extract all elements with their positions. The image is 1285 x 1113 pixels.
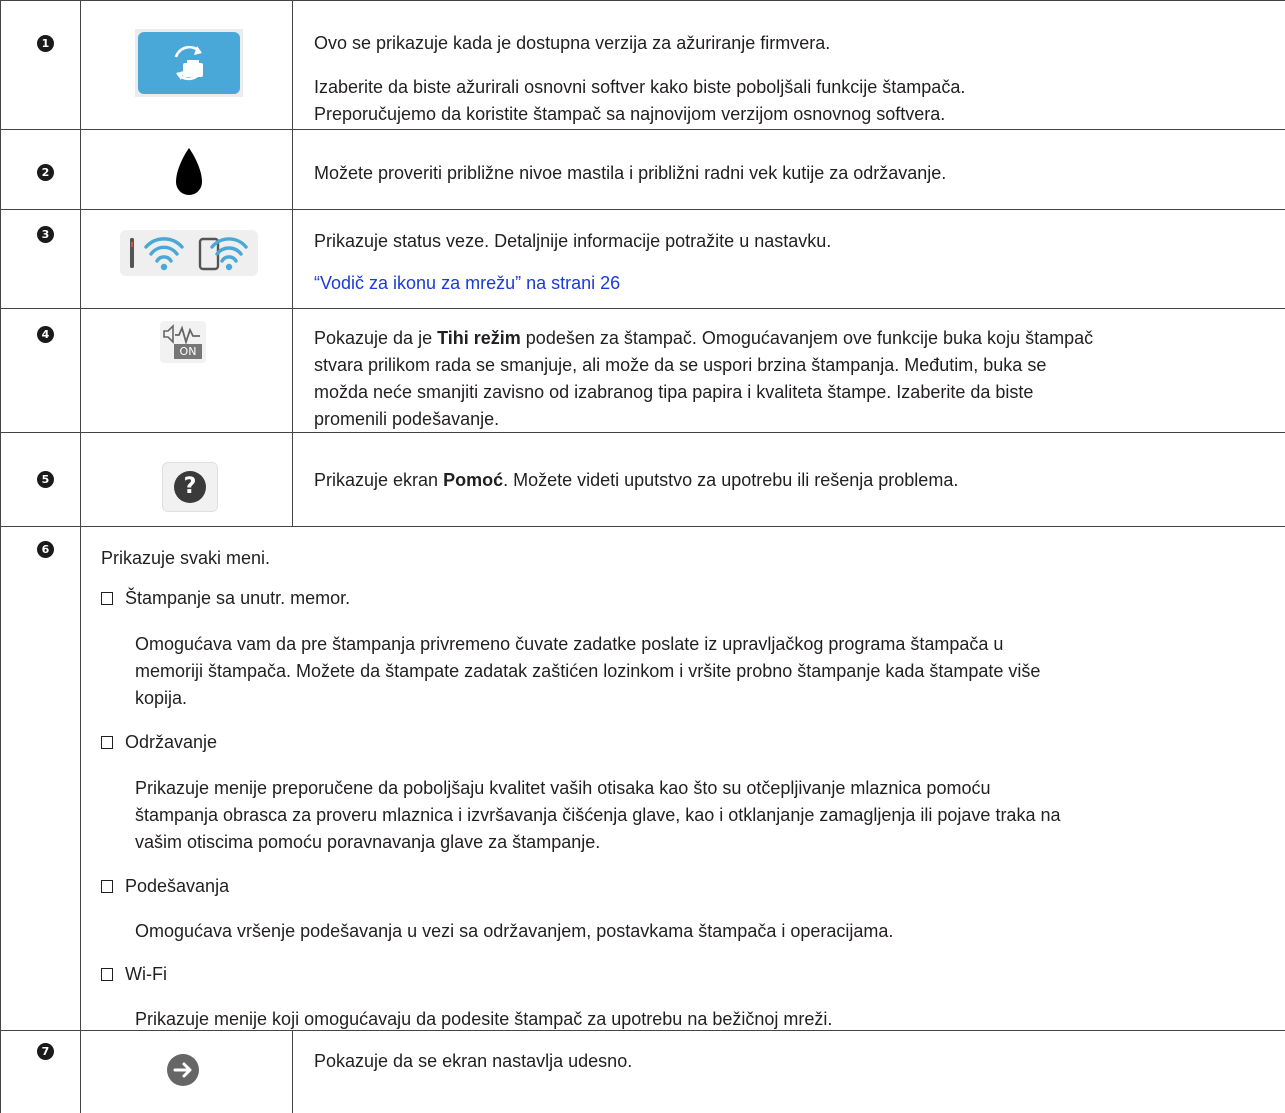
description-line: promenili podešavanje.	[314, 409, 500, 429]
row-number: 2	[37, 164, 54, 181]
quiet-mode-on-label: ON	[179, 345, 197, 358]
description-line: Pokazuje da je Tihi režim podešen za šta…	[314, 328, 1094, 348]
row-divider	[0, 129, 1285, 130]
description-line: Pokazuje da se ekran nastavlja udesno.	[314, 1051, 633, 1071]
description-line: stvara prilikom rada se smanjuje, ali mo…	[314, 355, 1047, 375]
menu-item-desc: memoriji štampača. Možete da štampate za…	[135, 661, 1041, 681]
menu-item-desc: vašim otiscima pomoću poravnavanja glave…	[135, 832, 601, 852]
quiet-mode-icon: ON	[160, 321, 206, 363]
menu-item-desc: kopija.	[135, 688, 188, 708]
menu-item-desc: Omogućava vam da pre štampanja privremen…	[135, 634, 1004, 654]
checkbox-bullet-icon	[101, 592, 113, 605]
menu-item-desc: Prikazuje menije koji omogućavaju da pod…	[135, 1009, 833, 1029]
description-line: Ovo se prikazuje kada je dostupna verzij…	[314, 33, 831, 53]
row-number: 3	[37, 226, 54, 243]
menu-item-desc: štampanja obrasca za proveru mlaznica i …	[135, 805, 1061, 825]
row-divider	[0, 432, 1285, 433]
row-divider	[0, 526, 1285, 527]
row-number: 1	[37, 35, 54, 52]
checkbox-bullet-icon	[101, 968, 113, 981]
network-status-icon	[120, 230, 258, 276]
ink-drop-icon	[174, 148, 204, 198]
row-number: 6	[37, 541, 54, 558]
help-icon: ?	[162, 462, 218, 512]
column-divider	[292, 0, 293, 526]
menu-item-title: Podešavanja	[101, 873, 229, 900]
menu-intro: Prikazuje svaki meni.	[101, 548, 271, 568]
menu-item-title: Štampanje sa unutr. memor.	[101, 585, 350, 612]
row-divider	[0, 209, 1285, 210]
menu-item-desc: Prikazuje menije preporučene da poboljša…	[135, 778, 991, 798]
description-line: Možete proveriti približne nivoe mastila…	[314, 163, 947, 183]
checkbox-bullet-icon	[101, 736, 113, 749]
arrow-right-icon	[166, 1053, 200, 1087]
row-divider	[0, 308, 1285, 309]
description-line: Prikazuje ekran Pomoć. Možete videti upu…	[314, 470, 959, 490]
menu-item-title: Wi-Fi	[101, 961, 167, 988]
menu-item-desc: Omogućava vršenje podešavanja u vezi sa …	[135, 921, 894, 941]
column-divider	[292, 1030, 293, 1113]
description-line: Prikazuje status veze. Detaljnije inform…	[314, 231, 832, 251]
row-number: 4	[37, 326, 54, 343]
row-number: 7	[37, 1043, 54, 1060]
help-term: Pomoć	[443, 470, 504, 490]
checkbox-bullet-icon	[101, 880, 113, 893]
firmware-update-icon	[135, 29, 243, 97]
row-number: 5	[37, 471, 54, 488]
description-line: Izaberite da biste ažurirali osnovni sof…	[314, 77, 966, 97]
network-icon-guide-link[interactable]: “Vodič za ikonu za mrežu” na strani 26	[314, 270, 620, 297]
description-line: možda neće smanjiti zavisno od izabranog…	[314, 382, 1034, 402]
table-border-left	[0, 0, 1, 1113]
quiet-mode-term: Tihi režim	[437, 328, 521, 348]
menu-item-title: Održavanje	[101, 729, 217, 756]
description-line: Preporučujemo da koristite štampač sa na…	[314, 104, 946, 124]
icon-description-table: 1 Ovo se prikazuje kada je dostupna verz…	[0, 0, 1285, 1113]
column-divider	[80, 0, 81, 1113]
table-border-top	[0, 0, 1285, 1]
